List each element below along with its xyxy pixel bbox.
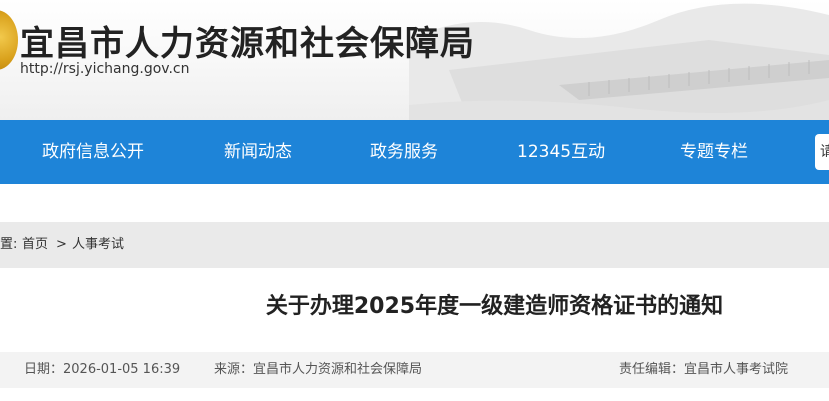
site-header-banner: 宜昌市人力资源和社会保障局 http://rsj.yichang.gov.cn <box>0 0 829 120</box>
article-editor: 责任编辑：宜昌市人事考试院 <box>619 362 789 377</box>
nav-item-12345-interaction[interactable]: 12345互动 <box>517 120 605 184</box>
nav-item-news[interactable]: 新闻动态 <box>224 120 292 184</box>
breadcrumb-home-link[interactable]: 首页 <box>22 222 48 268</box>
nav-item-special-topics[interactable]: 专题专栏 <box>680 120 748 184</box>
search-input[interactable]: 请 <box>815 134 829 170</box>
article-source: 来源：宜昌市人力资源和社会保障局 <box>214 362 423 377</box>
main-nav: 政府信息公开 新闻动态 政务服务 12345互动 专题专栏 <box>0 120 829 184</box>
breadcrumb-separator: > <box>56 237 67 252</box>
breadcrumb: 置: 首页 > 人事考试 <box>0 222 829 268</box>
breadcrumb-current-link[interactable]: 人事考试 <box>72 222 124 268</box>
site-url[interactable]: http://rsj.yichang.gov.cn <box>20 61 189 77</box>
site-title: 宜昌市人力资源和社会保障局 <box>20 24 475 64</box>
article-title: 关于办理2025年度一级建造师资格证书的通知 <box>265 294 724 319</box>
article-date: 日期：2026-01-05 16:39 <box>24 362 181 377</box>
nav-item-gov-info[interactable]: 政府信息公开 <box>42 120 144 184</box>
nav-item-services[interactable]: 政务服务 <box>370 120 438 184</box>
breadcrumb-prefix: 置: <box>0 237 18 252</box>
article-meta-bar: 日期：2026-01-05 16:39 来源：宜昌市人力资源和社会保障局 责任编… <box>0 352 829 388</box>
government-emblem-icon <box>0 10 18 70</box>
